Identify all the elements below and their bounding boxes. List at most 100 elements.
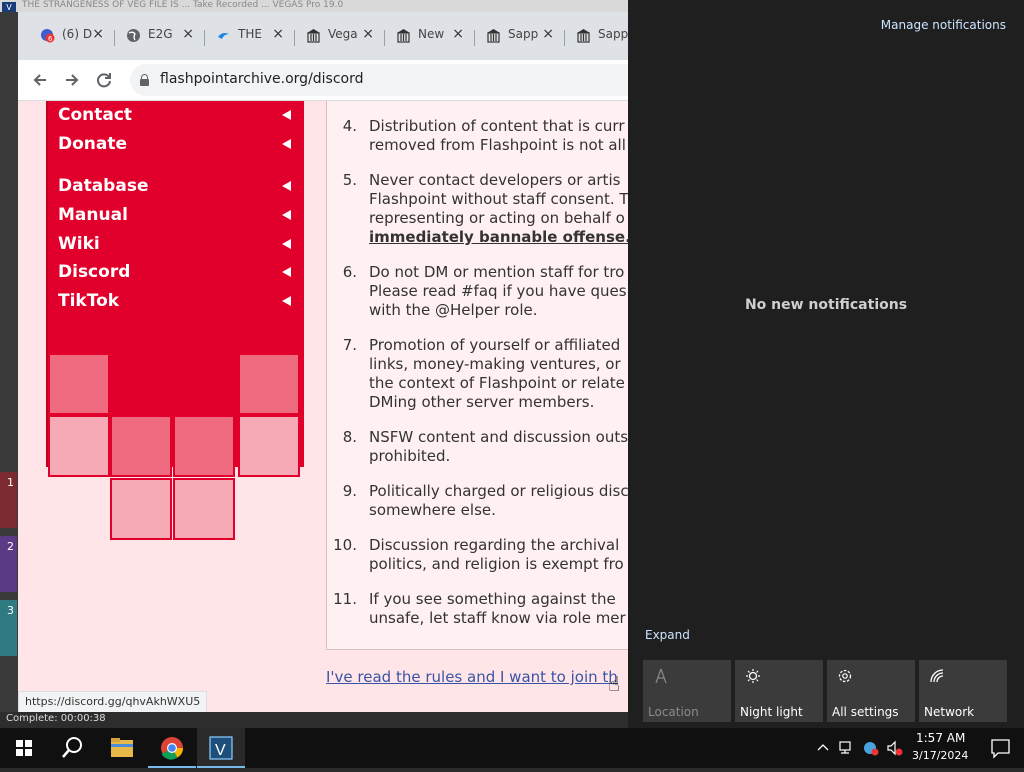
no-notifications-text: No new notifications (744, 297, 908, 313)
rule-number: 10. (333, 536, 357, 554)
quick-action-label: All settings (832, 705, 899, 719)
arrow-left-icon (282, 110, 291, 120)
close-icon[interactable]: × (92, 26, 104, 42)
sidebar-item-tiktok[interactable]: TikTok (58, 291, 119, 311)
volume-tray-icon[interactable] (886, 738, 904, 762)
action-center-button[interactable] (976, 728, 1024, 768)
rule-line: DMing other server members. (369, 393, 595, 411)
folder-icon (111, 738, 133, 757)
tab-sapp-1[interactable]: Sapp × (476, 23, 562, 49)
rule-number: 9. (342, 482, 357, 500)
museum-icon (307, 29, 320, 43)
page-content: Contact Donate Database Manual Wiki Disc… (18, 101, 628, 712)
track-number: 2 (7, 540, 14, 553)
join-discord-link[interactable]: I've read the rules and I want to join t… (326, 668, 618, 686)
vegas-left-panel: 1 2 3 (0, 12, 18, 728)
tab-label: THE (238, 27, 262, 41)
close-icon[interactable]: × (182, 26, 194, 42)
close-icon[interactable]: × (542, 26, 554, 42)
rule-line: Promotion of yourself or affiliated (369, 336, 621, 354)
youtube-notification-icon: 6 (41, 29, 55, 43)
rule-line: the context of Flashpoint or relate (369, 374, 625, 392)
sidebar-item-database[interactable]: Database (58, 176, 148, 196)
sidebar-item-discord[interactable]: Discord (58, 262, 130, 282)
quick-action-night-light[interactable]: Night light (735, 660, 823, 722)
search-button[interactable] (48, 728, 96, 768)
chrome-taskbar-button[interactable] (148, 728, 196, 768)
chrome-window: 6 (6) D × E2G × THE × Vega × New × Sapp … (18, 12, 628, 712)
hand-cursor-icon: ☝ (608, 672, 621, 696)
back-arrow-icon (33, 74, 46, 86)
vegas-track-3[interactable]: 3 (0, 600, 17, 656)
clock-time[interactable]: 1:57 AM (916, 731, 965, 745)
network-icon (930, 669, 944, 683)
svg-text:V: V (215, 742, 226, 759)
quick-action-label: Night light (740, 705, 803, 719)
sidebar-item-contact[interactable]: Contact (58, 105, 132, 125)
arrow-left-icon (282, 239, 291, 249)
quick-action-all-settings[interactable]: All settings (827, 660, 915, 722)
onedrive-tray-icon[interactable] (862, 738, 880, 762)
track-number: 3 (7, 604, 14, 617)
forward-button[interactable] (58, 66, 86, 94)
rule-line: unsafe, let staff know via role mer (369, 609, 626, 627)
rule-number: 4. (342, 117, 357, 135)
rules-list: 4. Distribution of content that is curr … (326, 101, 628, 650)
close-icon[interactable]: × (272, 26, 284, 42)
rule-number: 5. (342, 171, 357, 189)
tab-e2g[interactable]: E2G × (116, 23, 202, 49)
rule-number: 7. (342, 336, 357, 354)
tab-label: E2G (148, 27, 173, 41)
chrome-icon (161, 737, 183, 760)
file-explorer-button[interactable] (98, 728, 146, 768)
sidebar-item-donate[interactable]: Donate (58, 134, 127, 154)
expand-link[interactable]: Expand (645, 628, 690, 642)
address-bar[interactable]: flashpointarchive.org/discord (130, 64, 628, 96)
museum-icon (577, 29, 590, 43)
rule-line: Discussion regarding the archival (369, 536, 620, 554)
windows-logo-icon (16, 740, 32, 756)
show-hidden-icons-button[interactable] (816, 738, 830, 762)
start-button[interactable] (0, 728, 48, 768)
blue-wave-icon (218, 33, 229, 39)
gear-icon (838, 669, 852, 683)
arrow-left-icon (282, 296, 291, 306)
vegas-status-bar: Complete: 00:00:38 (0, 712, 628, 728)
browser-toolbar: flashpointarchive.org/discord (18, 60, 628, 101)
tab-the[interactable]: THE × (206, 23, 292, 49)
rule-line: with the @Helper role. (369, 301, 538, 319)
rule-line: Flashpoint without staff consent. T (369, 190, 628, 208)
vegas-icon: V (209, 736, 233, 760)
tab-new[interactable]: New × (386, 23, 472, 49)
close-icon[interactable]: × (452, 26, 464, 42)
search-icon (62, 737, 82, 758)
rule-number: 6. (342, 263, 357, 281)
tab-strip: 6 (6) D × E2G × THE × Vega × New × Sapp … (18, 12, 628, 60)
quick-action-label: Location (648, 705, 699, 719)
sidebar-item-wiki[interactable]: Wiki (58, 234, 100, 254)
vegas-track-1[interactable]: 1 (0, 472, 17, 528)
rule-line: somewhere else. (369, 501, 496, 519)
vegas-track-2[interactable]: 2 (0, 536, 17, 592)
rule-line: Please read #faq if you have ques (369, 282, 627, 300)
vegas-taskbar-button[interactable]: V (197, 728, 245, 768)
close-icon[interactable]: × (362, 26, 374, 42)
arrow-left-icon (282, 267, 291, 277)
back-button[interactable] (26, 66, 54, 94)
rule-number: 11. (333, 590, 357, 608)
clock-date[interactable]: 3/17/2024 (912, 749, 968, 762)
tab-vega[interactable]: Vega × (296, 23, 382, 49)
reload-button[interactable] (90, 66, 118, 94)
quick-action-location[interactable]: Location (643, 660, 731, 722)
rule-line: representing or acting on behalf o (369, 209, 625, 227)
quick-action-network[interactable]: Network (919, 660, 1007, 722)
manage-notifications-link[interactable]: Manage notifications (881, 18, 1006, 32)
rule-line: prohibited. (369, 447, 451, 465)
chevron-up-icon (817, 744, 829, 751)
status-url-bubble: https://discord.gg/qhvAkhWXU5 (18, 691, 208, 712)
tab-sapp-2[interactable]: Sapp (566, 23, 628, 49)
tab-youtube[interactable]: 6 (6) D × (30, 23, 112, 49)
network-tray-icon[interactable] (838, 738, 856, 762)
rule-line: Never contact developers or artis (369, 171, 621, 189)
sidebar-item-manual[interactable]: Manual (58, 205, 128, 225)
